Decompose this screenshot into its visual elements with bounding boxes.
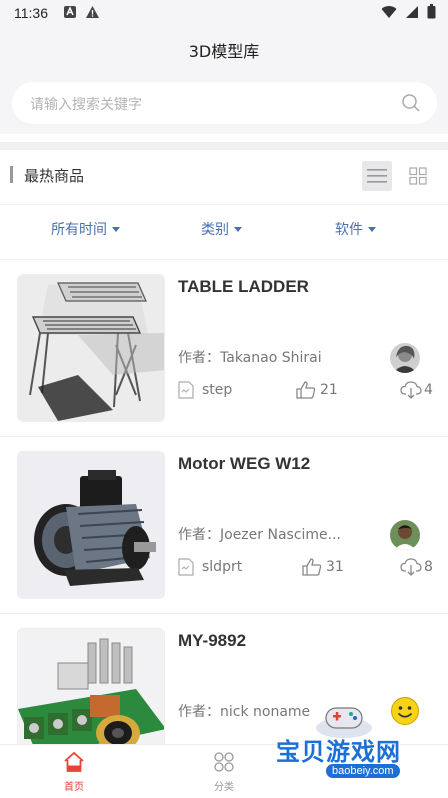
filter-time-label: 所有时间 — [51, 222, 107, 238]
tab-category-label: 分类 — [214, 782, 234, 793]
like-button[interactable]: 21 — [296, 381, 338, 399]
warning-icon — [86, 6, 99, 18]
file-icon — [178, 558, 194, 576]
section-title: 最热商品 — [24, 167, 85, 185]
item-format: step — [178, 381, 232, 399]
watermark-text: 宝贝游戏网 — [276, 738, 401, 766]
watermark-logo: 宝贝游戏网 baobeiy.com — [270, 694, 446, 794]
section-header: 最热商品 — [0, 142, 448, 194]
filter-bar: 所有时间 类别 软件 — [0, 204, 448, 260]
list-icon — [367, 169, 387, 183]
file-icon — [178, 381, 194, 399]
list-item[interactable]: Motor WEG W12 作者：Joezer Nascime... sldpr… — [0, 438, 448, 614]
list-item[interactable]: TABLE LADDER 作者：Takanao Shirai step 21 4 — [0, 261, 448, 437]
tab-home-label: 首页 — [64, 782, 84, 793]
filter-category-label: 类别 — [201, 222, 229, 238]
status-bar: 11:36 — [0, 0, 448, 26]
like-button[interactable]: 31 — [302, 558, 344, 576]
filter-category[interactable]: 类别 — [201, 219, 242, 239]
caret-down-icon — [368, 227, 376, 232]
smiley-icon — [391, 697, 419, 725]
grid-icon — [409, 167, 427, 185]
like-count: 21 — [320, 382, 338, 398]
avatar[interactable] — [390, 343, 420, 373]
table-ladder-image — [18, 275, 164, 421]
item-title[interactable]: Motor WEG W12 — [178, 454, 310, 474]
item-format-label: step — [202, 382, 233, 398]
page-title: 3D模型库 — [188, 42, 260, 61]
app-notification-icon — [64, 6, 76, 18]
section-marker — [10, 166, 13, 183]
item-format: sldprt — [178, 558, 242, 576]
signal-icon — [406, 5, 418, 18]
download-button[interactable]: 8 — [400, 558, 433, 576]
download-button[interactable]: 4 — [400, 381, 433, 399]
status-system-icons — [381, 4, 436, 19]
filter-software-label: 软件 — [335, 222, 363, 238]
filter-time[interactable]: 所有时间 — [51, 219, 120, 239]
cloud-download-icon — [400, 558, 422, 576]
tab-home[interactable]: 首页 — [44, 751, 104, 793]
item-title[interactable]: MY-9892 — [178, 631, 246, 651]
caret-down-icon — [112, 227, 120, 232]
grid-view-button[interactable] — [405, 161, 431, 191]
item-format-label: sldprt — [202, 559, 243, 575]
thumbs-up-icon — [296, 381, 316, 399]
caret-down-icon — [234, 227, 242, 232]
search-input[interactable]: 请输入搜索关键字 — [12, 82, 437, 124]
battery-icon — [427, 4, 436, 19]
search-placeholder: 请输入搜索关键字 — [30, 97, 142, 113]
search-icon[interactable] — [401, 93, 421, 113]
model-thumbnail[interactable] — [17, 451, 165, 599]
wifi-icon — [381, 5, 397, 18]
tab-category[interactable]: 分类 — [194, 751, 254, 793]
model-thumbnail[interactable] — [17, 274, 165, 422]
header: 3D模型库 请输入搜索关键字 — [0, 26, 448, 134]
category-grid-icon — [214, 752, 234, 772]
thumbs-up-icon — [302, 558, 322, 576]
item-author: 作者：Joezer Nascime... — [178, 527, 342, 543]
avatar[interactable] — [390, 520, 420, 550]
motor-image — [18, 452, 164, 598]
home-icon — [64, 751, 84, 772]
status-time: 11:36 — [14, 5, 48, 21]
cloud-download-icon — [400, 381, 422, 399]
item-title[interactable]: TABLE LADDER — [178, 277, 309, 297]
like-count: 31 — [326, 559, 344, 575]
watermark-url: baobeiy.com — [326, 764, 400, 778]
item-author: 作者：Takanao Shirai — [178, 350, 322, 366]
download-count: 4 — [424, 382, 433, 398]
filter-software[interactable]: 软件 — [335, 219, 376, 239]
download-count: 8 — [424, 559, 433, 575]
list-view-button[interactable] — [362, 161, 392, 191]
status-notification-icons — [63, 5, 100, 19]
